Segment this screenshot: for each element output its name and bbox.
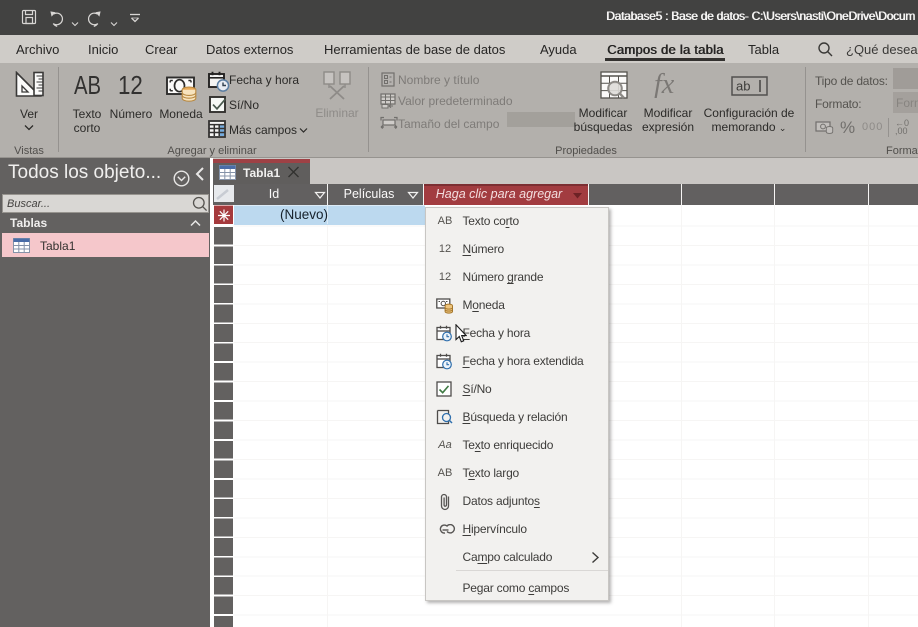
svg-text:fx: fx bbox=[654, 70, 675, 98]
svg-text:ab: ab bbox=[736, 79, 750, 94]
